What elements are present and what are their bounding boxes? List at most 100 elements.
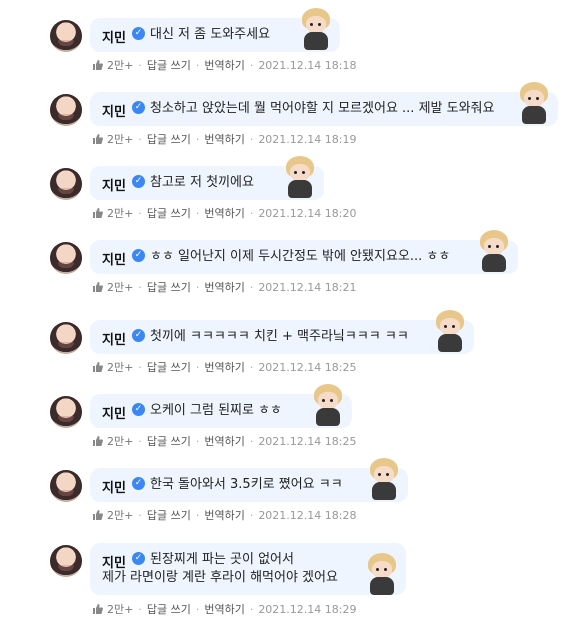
separator: · [249,508,254,522]
avatar[interactable] [50,470,82,502]
like-count: 2만+ [107,207,134,220]
reply-button[interactable]: 답글 쓰기 [147,205,191,221]
separator: · [138,508,142,522]
thumbs-up-icon[interactable] [92,207,104,219]
character-sticker-icon [298,8,334,52]
like-count: 2만+ [107,603,134,616]
like-count: 2만+ [107,435,134,448]
thumbs-up-icon[interactable] [92,281,104,293]
comment-date: 2021.12.14 18:25 [258,434,357,448]
comment-date: 2021.12.14 18:25 [258,360,357,374]
author-name[interactable]: 지민 [102,403,126,422]
character-sticker-icon [282,156,318,200]
translate-button[interactable]: 번역하기 [204,131,244,147]
comment-bubble: 지민 ✓ 참고로 저 첫끼에요 [90,156,324,200]
separator: · [195,434,200,448]
avatar[interactable] [50,545,82,577]
translate-button[interactable]: 번역하기 [204,57,244,73]
character-sticker-icon [364,553,400,597]
avatar[interactable] [50,168,82,200]
comment-bubble: 지민 ✓ 한국 돌아와서 3.5키로 쪘어요 ㅋㅋ [90,458,408,502]
comment-text-line2: 제가 라면이랑 계란 후라이 해먹어야 겠어요 [102,570,338,585]
character-sticker-icon [476,230,512,274]
comment-text: 대신 저 좀 도와주세요 [150,27,271,42]
verified-check-icon: ✓ [132,249,145,262]
author-name[interactable]: 지민 [102,175,126,194]
reply-button[interactable]: 답글 쓰기 [147,131,191,147]
translate-button[interactable]: 번역하기 [204,433,244,449]
reply-button[interactable]: 답글 쓰기 [147,359,191,375]
author-name[interactable]: 지민 [102,477,126,496]
like-count: 2만+ [107,133,134,146]
verified-check-icon: ✓ [132,27,145,40]
thumbs-up-icon[interactable] [92,603,104,615]
comment-bubble: 지민 ✓ 대신 저 좀 도와주세요 [90,8,340,52]
author-name[interactable]: 지민 [102,27,126,46]
like-count: 2만+ [107,281,134,294]
separator: · [249,206,254,220]
verified-check-icon: ✓ [132,329,145,342]
comment-text: 청소하고 앉았는데 뭘 먹어야할 지 모르겠어요 ... 제발 도와줘요 [150,101,495,116]
comment-date: 2021.12.14 18:28 [258,508,357,522]
character-sticker-icon [516,82,552,126]
translate-button[interactable]: 번역하기 [204,279,244,295]
comment-meta: 2만+ · 답글 쓰기 · 번역하기 · 2021.12.14 18:25 [92,433,357,449]
comment-date: 2021.12.14 18:21 [258,280,357,294]
translate-button[interactable]: 번역하기 [204,507,244,523]
avatar[interactable] [50,242,82,274]
separator: · [249,132,254,146]
avatar[interactable] [50,94,82,126]
author-name[interactable]: 지민 [102,329,126,348]
reply-button[interactable]: 답글 쓰기 [147,507,191,523]
translate-button[interactable]: 번역하기 [204,601,244,617]
separator: · [249,602,254,616]
separator: · [195,132,200,146]
thumbs-up-icon[interactable] [92,509,104,521]
avatar[interactable] [50,20,82,52]
separator: · [195,508,200,522]
thumbs-up-icon[interactable] [92,59,104,71]
verified-check-icon: ✓ [132,175,145,188]
separator: · [138,360,142,374]
separator: · [138,280,142,294]
comment-bubble: 지민 ✓ 오케이 그럼 된찌로 ㅎㅎ [90,384,352,428]
character-sticker-icon [366,458,402,502]
separator: · [138,206,142,220]
comment-meta: 2만+ · 답글 쓰기 · 번역하기 · 2021.12.14 18:21 [92,279,357,295]
separator: · [249,58,254,72]
avatar[interactable] [50,396,82,428]
comment-date: 2021.12.14 18:18 [258,58,357,72]
reply-button[interactable]: 답글 쓰기 [147,279,191,295]
comment-bubble: 지민 ✓ ㅎㅎ 일어난지 이제 두시간정도 밖에 안됐지요오... ㅎㅎ [90,230,518,274]
author-name[interactable]: 지민 [102,101,126,120]
reply-button[interactable]: 답글 쓰기 [147,433,191,449]
comment-bubble: 지민 ✓ 첫끼에 ㅋㅋㅋㅋㅋ 치킨 + 맥주라닠ㅋㅋㅋ ㅋㅋ [90,310,474,354]
reply-button[interactable]: 답글 쓰기 [147,601,191,617]
verified-check-icon: ✓ [132,403,145,416]
author-name[interactable]: 지민 [102,249,126,268]
comment-date: 2021.12.14 18:29 [258,602,357,616]
comment-text: 한국 돌아와서 3.5키로 쪘어요 ㅋㅋ [150,477,343,492]
comment-bubble: 지민 ✓ 된장찌게 파는 곳이 없어서 제가 라면이랑 계란 후라이 해먹어야 … [90,543,406,595]
character-sticker-icon [432,310,468,354]
reply-button[interactable]: 답글 쓰기 [147,57,191,73]
translate-button[interactable]: 번역하기 [204,359,244,375]
comment-date: 2021.12.14 18:20 [258,206,357,220]
separator: · [138,58,142,72]
verified-check-icon: ✓ [132,552,145,565]
comment-text: 오케이 그럼 된찌로 ㅎㅎ [150,403,282,418]
comment-meta: 2만+ · 답글 쓰기 · 번역하기 · 2021.12.14 18:18 [92,57,357,73]
verified-check-icon: ✓ [132,477,145,490]
thumbs-up-icon[interactable] [92,435,104,447]
thumbs-up-icon[interactable] [92,361,104,373]
comment-text: 참고로 저 첫끼에요 [150,175,254,190]
avatar[interactable] [50,322,82,354]
thumbs-up-icon[interactable] [92,133,104,145]
separator: · [249,434,254,448]
translate-button[interactable]: 번역하기 [204,205,244,221]
separator: · [138,132,142,146]
separator: · [195,206,200,220]
verified-check-icon: ✓ [132,101,145,114]
separator: · [138,434,142,448]
comment-meta: 2만+ · 답글 쓰기 · 번역하기 · 2021.12.14 18:28 [92,507,357,523]
